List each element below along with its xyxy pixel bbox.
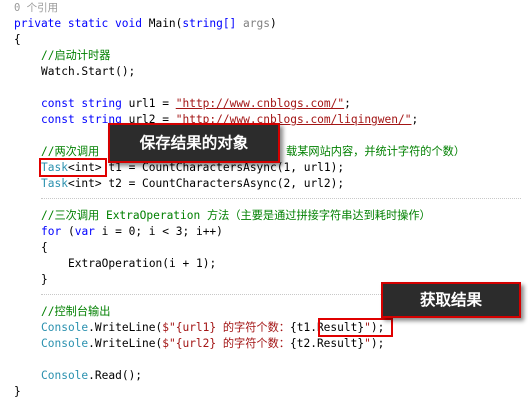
comment-call-twice-end: 载某网站内容，并统计字符的个数） [286, 145, 466, 158]
var-keyword: var [74, 225, 95, 238]
console-type: Console [41, 337, 89, 350]
task-type-highlight [39, 158, 107, 177]
semicolon: ; [411, 113, 419, 126]
writeline-call: .WriteLine( [88, 321, 163, 334]
writeline2-string: $"{url2} 的字符个数： [162, 337, 290, 350]
inner-close-brace: } [41, 273, 48, 286]
for-loop-line: for (var i = 0; i < 3; i++) [41, 224, 223, 240]
callout-get-result: 获取结果 [381, 282, 521, 318]
code-editor[interactable]: 0 个引用 private static void Main(string[] … [0, 0, 528, 404]
separator-line [41, 198, 521, 199]
writeline2-line: Console.WriteLine($"{url2} 的字符个数：{t2.Res… [41, 336, 384, 352]
url1-link[interactable]: "http://www.cnblogs.com/" [176, 97, 344, 110]
method-signature-line: private static void Main(string[] args) [14, 16, 277, 32]
method-name: Main( [141, 17, 183, 30]
const-keyword: const [41, 97, 75, 110]
comment-three-calls: //三次调用 ExtraOperation 方法（主要是通过拼接字符串达到耗时操… [41, 209, 431, 222]
console-read-line: Console.Read(); [41, 368, 142, 384]
const-keyword: const [41, 113, 75, 126]
close-brace: } [14, 385, 21, 398]
console-read-call: .Read(); [88, 369, 143, 382]
task2-declaration: Task<int> t2 = CountCharactersAsync(2, u… [41, 176, 344, 192]
writeline-call: .WriteLine( [88, 337, 163, 350]
task2-assign: t2 = CountCharactersAsync(2, url2); [101, 177, 345, 190]
task-generic: <int> [67, 177, 102, 190]
console-type: Console [41, 369, 89, 382]
for-open: ( [61, 225, 75, 238]
url1-assign: url1 = [121, 97, 176, 110]
codelens-text[interactable]: 0 个引用 [14, 2, 58, 14]
writeline2-end: ); [370, 337, 385, 350]
result-highlight [318, 318, 393, 337]
comment-console-output: //控制台输出 [41, 305, 111, 318]
task-type: Task [41, 177, 68, 190]
semicolon: ; [344, 97, 351, 110]
console-type: Console [41, 321, 89, 334]
open-brace: { [14, 33, 21, 46]
comment-start-timer: //启动计时器 [41, 49, 111, 62]
inner-open-brace: { [41, 241, 48, 254]
method-modifiers: private static void [14, 17, 142, 30]
for-condition: i = 0; i < 3; i++) [94, 225, 223, 238]
callout-save-result-object: 保存结果的对象 [108, 123, 280, 163]
extra-operation-call: ExtraOperation(i + 1); [68, 257, 217, 270]
codelens-reference-count[interactable]: 0 个引用 [14, 0, 58, 16]
watch-start-line: Watch.Start(); [41, 65, 136, 78]
writeline1-string: $"{url1} 的字符个数： [162, 321, 290, 334]
string-close-quote: " [364, 337, 371, 350]
writeline2-expr: {t2.Result} [290, 337, 365, 350]
string-keyword: string [74, 97, 122, 110]
url1-declaration: const string url1 = "http://www.cnblogs.… [41, 96, 351, 112]
signature-close: ) [270, 17, 277, 30]
for-keyword: for [41, 225, 62, 238]
param-name: args [243, 17, 270, 30]
param-type: string[] [182, 17, 237, 30]
